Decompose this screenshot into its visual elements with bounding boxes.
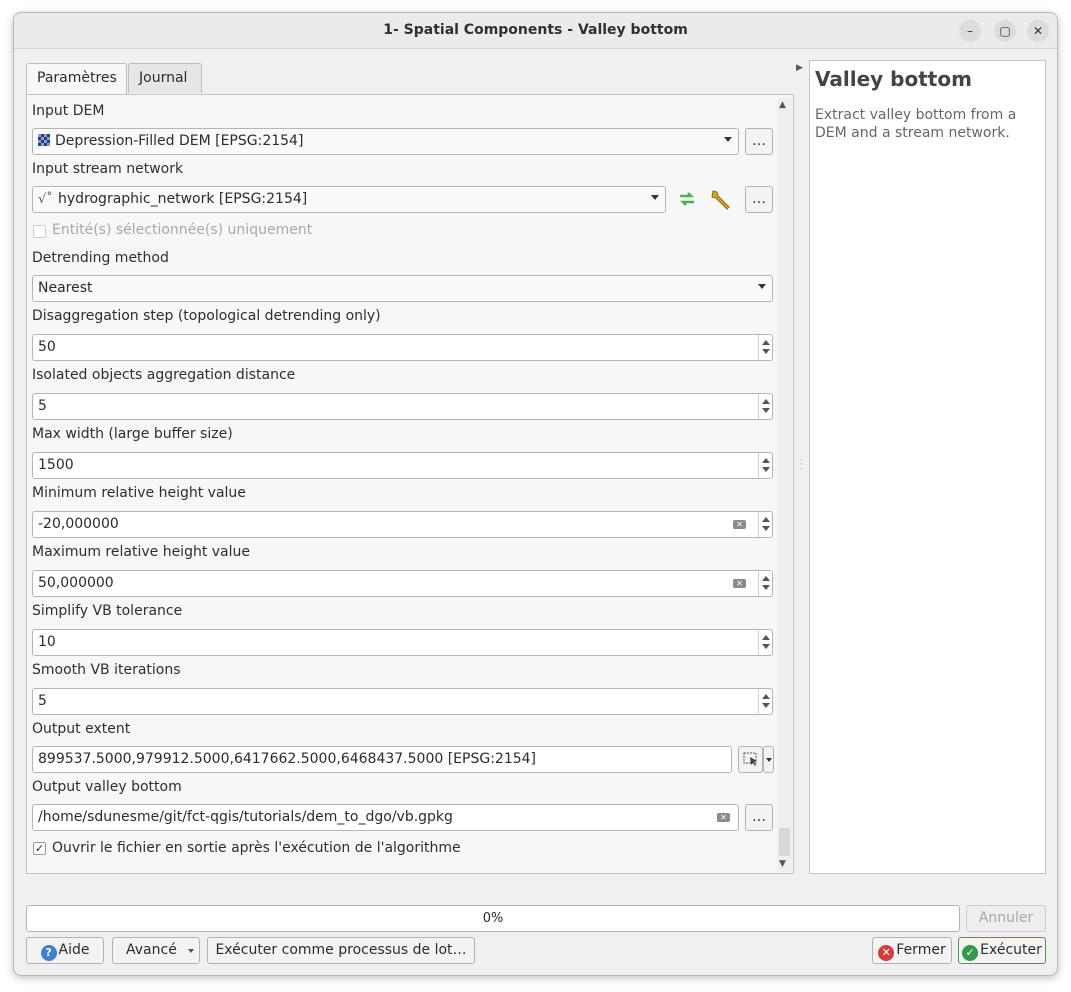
progress-bar: 0% xyxy=(26,905,960,932)
spin-arrows-icon[interactable] xyxy=(758,394,772,419)
selected-only-checkbox[interactable] xyxy=(33,225,46,238)
help-button[interactable]: ? Aide xyxy=(26,937,104,964)
batch-process-button[interactable]: Exécuter comme processus de lot… xyxy=(207,937,475,964)
chevron-down-icon xyxy=(766,758,772,762)
max-height-value: 50,000000 xyxy=(38,575,114,591)
input-stream-value: hydrographic_network [EPSG:2154] xyxy=(58,191,308,207)
input-dem-value: Depression-Filled DEM [EPSG:2154] xyxy=(55,133,304,149)
maximize-button[interactable]: ▢ xyxy=(994,20,1016,42)
help-title: Valley bottom xyxy=(815,67,972,91)
line-layer-icon: √˚ xyxy=(38,192,53,207)
close-window-button[interactable]: ✕ xyxy=(1027,20,1049,42)
output-browse-button[interactable]: … xyxy=(745,804,773,831)
extent-menu-button[interactable] xyxy=(763,746,774,773)
min-height-value: -20,000000 xyxy=(38,516,119,532)
help-panel: Valley bottom Extract valley bottom from… xyxy=(809,60,1046,874)
min-height-label: Minimum relative height value xyxy=(32,485,246,501)
input-stream-label: Input stream network xyxy=(32,161,184,177)
clear-icon[interactable]: ✕ xyxy=(733,579,746,588)
help-button-label: Aide xyxy=(58,942,90,958)
iterate-icon[interactable] xyxy=(675,187,699,211)
output-path-value: /home/sdunesme/git/fct-qgis/tutorials/de… xyxy=(38,809,453,825)
smooth-value: 5 xyxy=(38,693,47,709)
progress-text: 0% xyxy=(482,911,504,926)
detrending-value: Nearest xyxy=(38,280,93,296)
parameters-scrollbar[interactable]: ▲ ▼ xyxy=(777,98,792,872)
input-dem-browse-button[interactable]: … xyxy=(745,128,773,155)
scroll-up-icon[interactable]: ▲ xyxy=(779,100,786,110)
spin-arrows-icon[interactable] xyxy=(758,453,772,478)
detrending-label: Detrending method xyxy=(32,250,169,266)
clear-icon[interactable]: ✕ xyxy=(717,813,730,822)
chevron-down-icon xyxy=(651,195,659,200)
dialog-window: 1- Spatial Components - Valley bottom – … xyxy=(13,12,1058,976)
max-width-value: 1500 xyxy=(38,457,74,473)
isolated-value: 5 xyxy=(38,398,47,414)
chevron-down-icon xyxy=(724,137,732,142)
spin-arrows-icon[interactable] xyxy=(758,689,772,714)
simplify-label: Simplify VB tolerance xyxy=(32,603,183,619)
clear-icon[interactable]: ✕ xyxy=(733,520,746,529)
spin-arrows-icon[interactable] xyxy=(758,571,772,596)
max-width-spinbox[interactable]: 1500 xyxy=(32,452,773,479)
advanced-button-label: Avancé xyxy=(126,942,177,958)
extent-select-button[interactable] xyxy=(738,746,763,773)
wrench-icon[interactable] xyxy=(709,187,735,211)
check-icon: ✓ xyxy=(962,945,979,961)
close-button-label: Fermer xyxy=(896,942,946,958)
input-stream-browse-button[interactable]: … xyxy=(745,186,773,213)
input-dem-combo[interactable]: Depression-Filled DEM [EPSG:2154] xyxy=(32,128,739,155)
disaggregation-label: Disaggregation step (topological detrend… xyxy=(32,308,381,324)
open-after-label: Ouvrir le fichier en sortie après l'exéc… xyxy=(52,840,461,856)
cancel-button[interactable]: Annuler xyxy=(966,905,1046,932)
extent-input[interactable]: 899537.5000,979912.5000,6417662.5000,646… xyxy=(32,746,732,773)
parameters-panel: Input DEM Depression-Filled DEM [EPSG:21… xyxy=(26,94,794,874)
disaggregation-value: 50 xyxy=(38,339,56,355)
advanced-button[interactable]: Avancé xyxy=(112,937,200,964)
close-icon: ✕ xyxy=(878,945,895,961)
spin-arrows-icon[interactable] xyxy=(758,630,772,655)
scrollbar-thumb[interactable] xyxy=(779,828,790,856)
splitter-handle[interactable]: · · · xyxy=(800,457,803,474)
smooth-spinbox[interactable]: 5 xyxy=(32,688,773,715)
tab-journal[interactable]: Journal xyxy=(128,63,202,93)
output-label: Output valley bottom xyxy=(32,779,182,795)
spin-arrows-icon[interactable] xyxy=(758,335,772,360)
simplify-spinbox[interactable]: 10 xyxy=(32,629,773,656)
raster-layer-icon xyxy=(38,134,50,146)
close-button[interactable]: ✕ Fermer xyxy=(872,937,952,964)
chevron-down-icon xyxy=(758,284,766,289)
max-height-spinbox[interactable]: 50,000000 ✕ xyxy=(32,570,773,597)
run-button[interactable]: ✓ Exécuter xyxy=(958,937,1046,964)
minimize-button[interactable]: – xyxy=(959,20,981,42)
input-dem-label: Input DEM xyxy=(32,103,105,119)
selected-only-label: Entité(s) sélectionnée(s) uniquement xyxy=(52,222,313,238)
scroll-down-icon[interactable]: ▼ xyxy=(779,859,786,869)
extent-value: 899537.5000,979912.5000,6417662.5000,646… xyxy=(38,751,536,767)
output-path-input[interactable]: /home/sdunesme/git/fct-qgis/tutorials/de… xyxy=(32,804,739,831)
title-bar: 1- Spatial Components - Valley bottom – … xyxy=(14,13,1057,49)
simplify-value: 10 xyxy=(38,634,56,650)
input-stream-combo[interactable]: √˚ hydrographic_network [EPSG:2154] xyxy=(32,186,666,213)
min-height-spinbox[interactable]: -20,000000 ✕ xyxy=(32,511,773,538)
tab-parametres[interactable]: Paramètres xyxy=(26,63,127,94)
help-description: Extract valley bottom from a DEM and a s… xyxy=(815,107,1017,141)
extent-label: Output extent xyxy=(32,721,131,737)
smooth-label: Smooth VB iterations xyxy=(32,662,181,678)
isolated-label: Isolated objects aggregation distance xyxy=(32,367,296,383)
max-height-label: Maximum relative height value xyxy=(32,544,251,560)
run-button-label: Exécuter xyxy=(980,942,1042,958)
detrending-combo[interactable]: Nearest xyxy=(32,275,773,302)
disaggregation-spinbox[interactable]: 50 xyxy=(32,334,773,361)
open-after-checkbox[interactable]: ✓ xyxy=(33,842,46,855)
max-width-label: Max width (large buffer size) xyxy=(32,426,233,442)
spin-arrows-icon[interactable] xyxy=(758,512,772,537)
window-title: 1- Spatial Components - Valley bottom xyxy=(383,22,688,38)
help-icon: ? xyxy=(40,945,57,961)
isolated-spinbox[interactable]: 5 xyxy=(32,393,773,420)
chevron-down-icon xyxy=(188,949,194,953)
collapse-arrow-icon[interactable]: ▶ xyxy=(796,63,803,73)
